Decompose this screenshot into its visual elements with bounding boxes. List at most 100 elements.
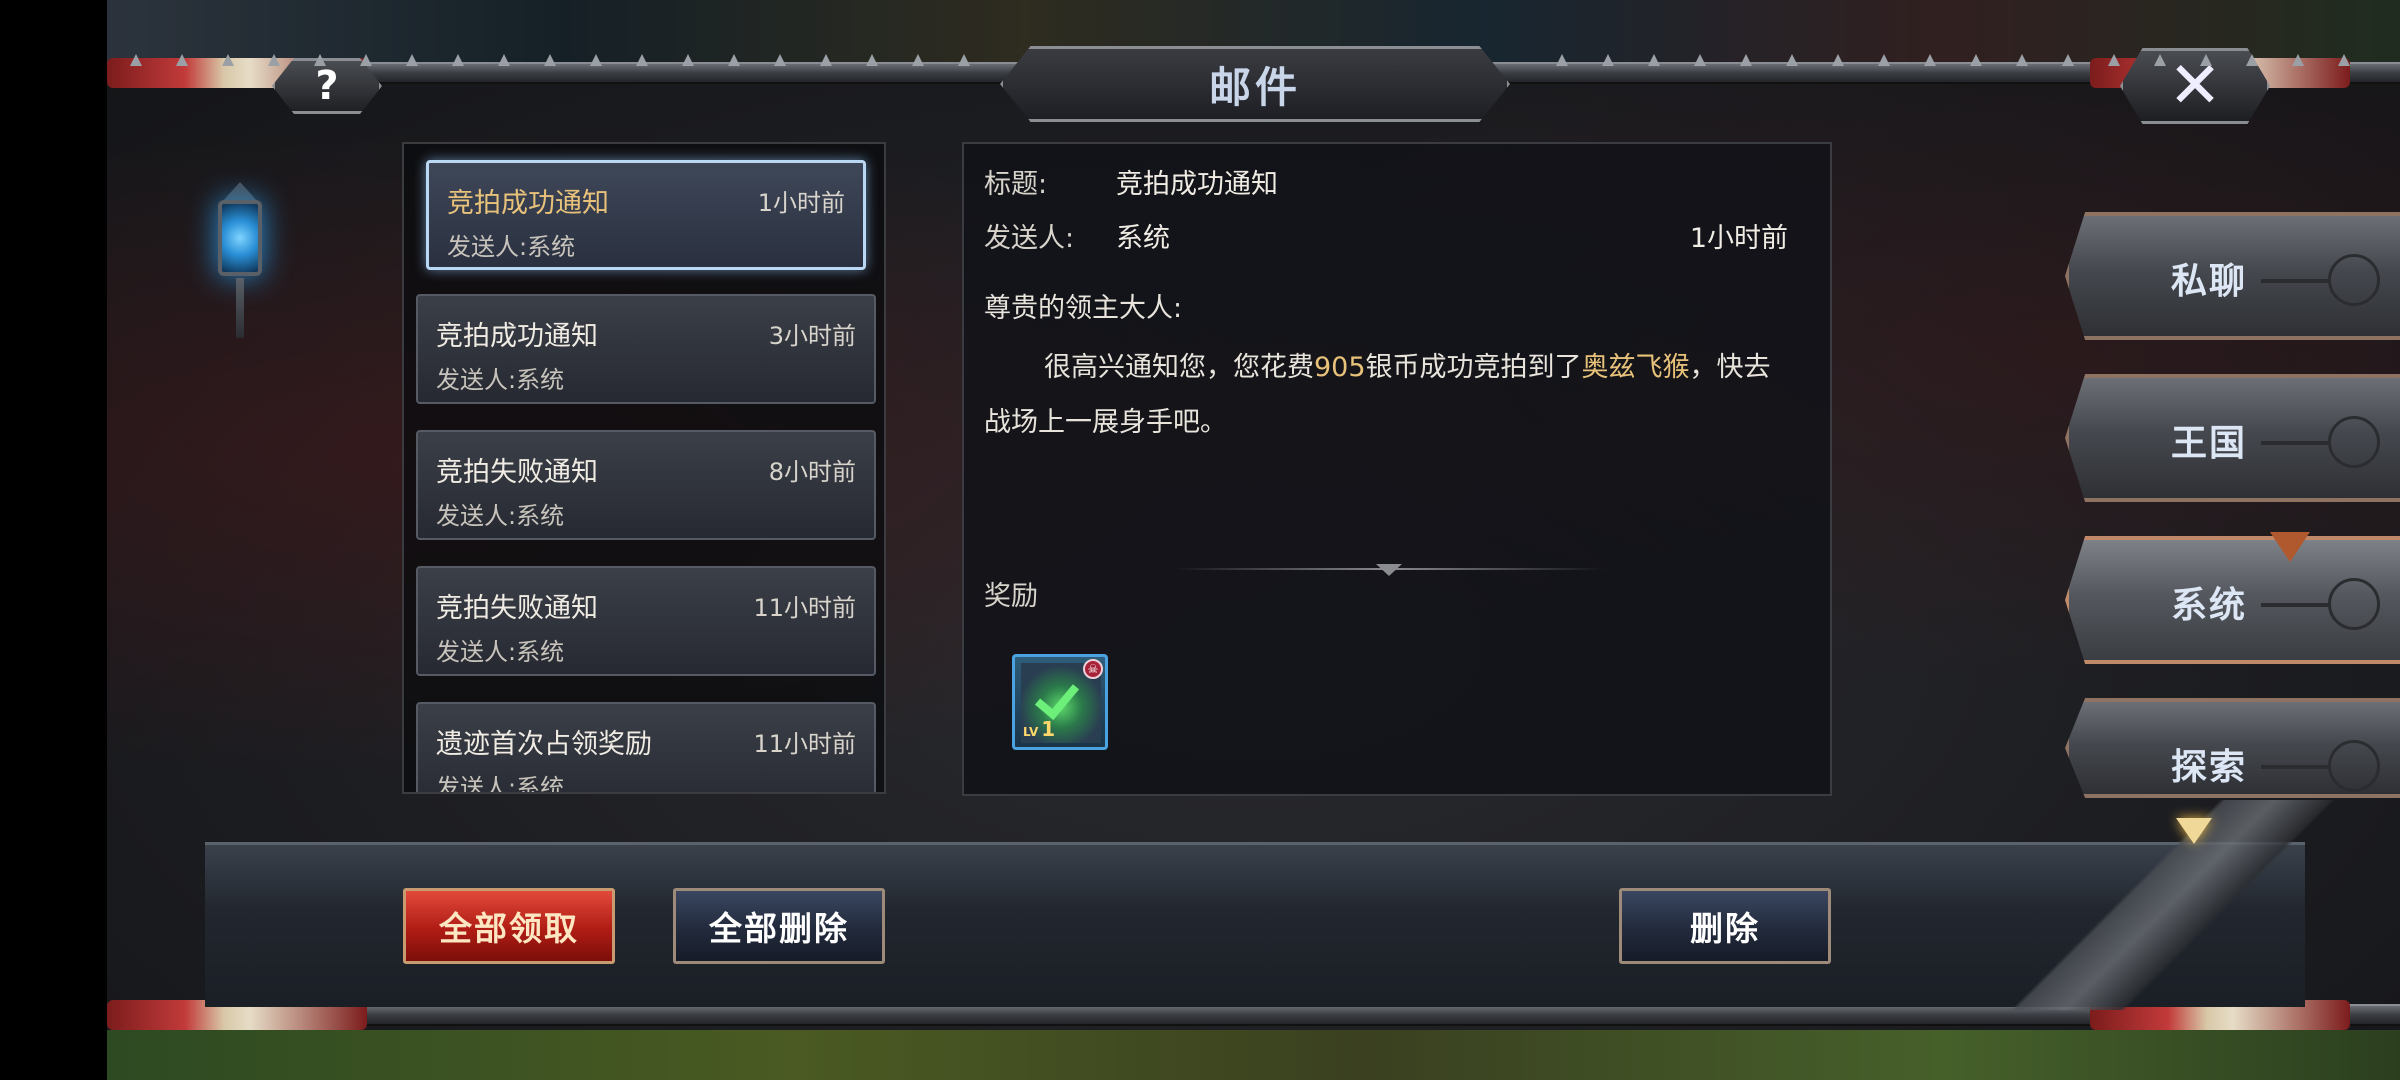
- rail-spike: [268, 54, 280, 66]
- rail-spike: [820, 54, 832, 66]
- delete-button[interactable]: 删除: [1619, 888, 1831, 964]
- emblem-icon: [2261, 740, 2380, 792]
- tab-label: 探索: [2170, 747, 2247, 788]
- rail-spike: [2292, 54, 2304, 66]
- emblem-icon: [2261, 416, 2380, 468]
- game-world-background-bottom: [107, 1030, 2400, 1080]
- mail-sender: 发送人:系统: [436, 774, 565, 794]
- sender-label: 发送人:: [984, 223, 1075, 254]
- rail-spike: [2016, 54, 2028, 66]
- mail-subject: 竞拍失败通知: [436, 593, 598, 624]
- rail-spike: [544, 54, 556, 66]
- rail-spike: [728, 54, 740, 66]
- rail-spike: [912, 54, 924, 66]
- close-icon: ✕: [2168, 49, 2222, 123]
- tab-explore[interactable]: 探索: [2065, 698, 2400, 798]
- mail-time: 1小时前: [757, 189, 845, 217]
- rail-spike: [1740, 54, 1752, 66]
- chevron-down-icon: [1376, 564, 1402, 578]
- claim-all-label: 全部领取: [439, 909, 579, 948]
- rail-spike: [1694, 54, 1706, 66]
- rail-spike: [1924, 54, 1936, 66]
- mail-list-item[interactable]: 竞拍成功通知 1小时前 发送人:系统: [426, 160, 866, 270]
- mail-time: 11小时前: [753, 594, 856, 622]
- sender-value: 系统: [1116, 223, 1170, 254]
- subject-label: 标题:: [984, 169, 1048, 200]
- mail-time: 1小时前: [1689, 223, 1788, 254]
- mail-list-item[interactable]: 竞拍失败通知 8小时前 发送人:系统: [416, 430, 876, 540]
- mail-sender: 发送人:系统: [447, 233, 576, 261]
- rail-spike: [1648, 54, 1660, 66]
- rail-spike: [130, 54, 142, 66]
- mail-subject: 竞拍失败通知: [436, 457, 598, 488]
- rail-spike: [314, 54, 326, 66]
- body-text: 银币成功竞拍到了: [1365, 352, 1582, 383]
- rail-spike: [2062, 54, 2074, 66]
- page-title: 邮件: [1208, 62, 1301, 112]
- rail-spike: [2200, 54, 2212, 66]
- reward-item[interactable]: ☠ LV 1: [1012, 654, 1108, 750]
- rail-spike: [406, 54, 418, 66]
- emblem-icon: [2261, 578, 2380, 630]
- scroll-down-icon[interactable]: [2176, 818, 2212, 844]
- lantern-icon: [210, 160, 270, 360]
- rail-spike: [452, 54, 464, 66]
- delete-all-label: 全部删除: [709, 909, 849, 948]
- tab-private-chat[interactable]: 私聊: [2065, 212, 2400, 340]
- skull-badge-icon: ☠: [1083, 659, 1103, 679]
- tab-kingdom[interactable]: 王国: [2065, 374, 2400, 502]
- rail-spike: [1602, 54, 1614, 66]
- mail-list-item[interactable]: 竞拍成功通知 3小时前 发送人:系统: [416, 294, 876, 404]
- rail-spike: [1786, 54, 1798, 66]
- mail-subject: 竞拍成功通知: [436, 321, 598, 352]
- rail-spike: [1970, 54, 1982, 66]
- mail-time: 11小时前: [753, 730, 856, 758]
- delete-label: 删除: [1690, 909, 1760, 948]
- mail-detail: 标题: 竞拍成功通知 发送人: 系统 1小时前 尊贵的领主大人: 很高兴通知您，…: [962, 142, 1832, 796]
- rail-spike: [958, 54, 970, 66]
- rail-spike: [1878, 54, 1890, 66]
- rail-spike: [1556, 54, 1568, 66]
- rail-spike: [222, 54, 234, 66]
- rail-spike: [498, 54, 510, 66]
- help-button[interactable]: ?: [272, 58, 382, 114]
- mail-subject: 遗迹首次占领奖励: [436, 729, 652, 760]
- mail-subject: 竞拍成功通知: [447, 188, 609, 219]
- rail-spike: [2338, 54, 2350, 66]
- mail-sender: 发送人:系统: [436, 502, 565, 530]
- delete-all-button[interactable]: 全部删除: [673, 888, 885, 964]
- mail-time: 8小时前: [768, 458, 856, 486]
- mail-list-item[interactable]: 竞拍失败通知 11小时前 发送人:系统: [416, 566, 876, 676]
- rail-spike: [360, 54, 372, 66]
- crossed-spears-decoration: [2000, 800, 2340, 1010]
- rail-spike: [774, 54, 786, 66]
- mail-sender: 发送人:系统: [436, 638, 565, 666]
- mail-list-item[interactable]: 遗迹首次占领奖励 11小时前 发送人:系统: [416, 702, 876, 794]
- claim-all-button[interactable]: 全部领取: [403, 888, 615, 964]
- mail-time: 3小时前: [768, 322, 856, 350]
- tab-label: 私聊: [2170, 261, 2247, 302]
- mail-sender: 发送人:系统: [436, 366, 565, 394]
- mail-body: 很高兴通知您，您花费905银币成功竞拍到了奥兹飞猴，快去战场上一展身手吧。: [984, 340, 1794, 450]
- letterbox: [0, 0, 107, 1080]
- rail-spike: [636, 54, 648, 66]
- reward-level: LV 1: [1023, 717, 1056, 741]
- tab-system[interactable]: 系统: [2065, 536, 2400, 664]
- mail-screen: ? 邮件 ✕ 竞拍成功通知 1小时前 发送人:系统 竞拍成功通知 3小时前 发送…: [0, 0, 2400, 1080]
- rail-spike: [2154, 54, 2166, 66]
- rail-spike: [590, 54, 602, 66]
- rail-spike: [2246, 54, 2258, 66]
- rail-spike: [866, 54, 878, 66]
- rail-spike: [682, 54, 694, 66]
- body-text: 很高兴通知您，您花费: [1044, 352, 1314, 383]
- greeting: 尊贵的领主大人:: [984, 293, 1183, 324]
- mail-list: 竞拍成功通知 1小时前 发送人:系统 竞拍成功通知 3小时前 发送人:系统 竞拍…: [402, 142, 886, 794]
- reward-label: 奖励: [984, 581, 1038, 612]
- tab-label: 王国: [2170, 423, 2247, 464]
- rail-spike: [2108, 54, 2120, 66]
- rail-spike: [176, 54, 188, 66]
- title-plate: 邮件: [1000, 46, 1510, 122]
- help-icon: ?: [315, 63, 339, 109]
- subject-value: 竞拍成功通知: [1116, 169, 1278, 200]
- item-name: 奥兹飞猴: [1581, 352, 1690, 383]
